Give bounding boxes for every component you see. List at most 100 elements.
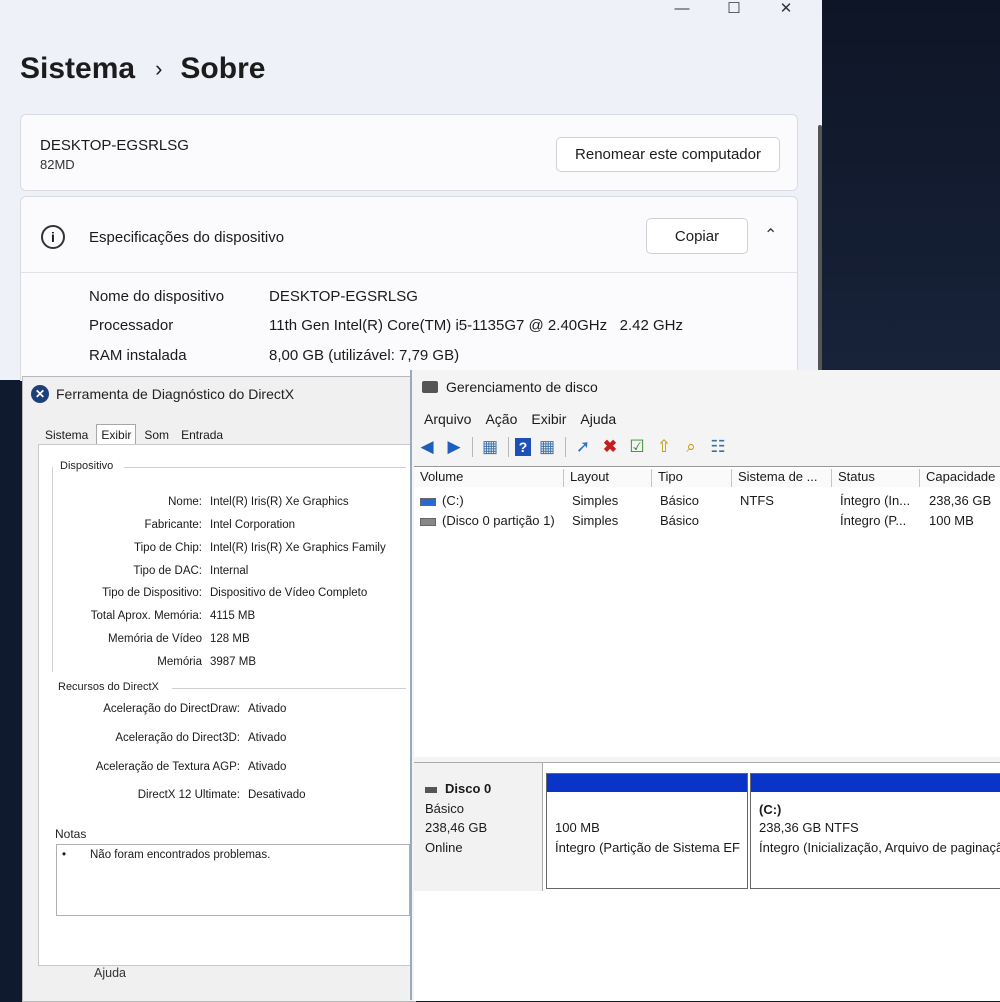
upload-icon[interactable]: ⇧ [653,437,675,457]
delete-icon[interactable]: ✖ [599,437,621,457]
partition-status: Íntegro (Partição de Sistema EFI) [555,840,741,855]
search-icon[interactable]: ⌕ [680,437,702,457]
column-layout[interactable]: Layout [564,469,652,487]
caption-buttons: — ☐ ✕ [656,0,812,17]
rename-computer-button[interactable]: Renomear este computador [556,137,780,172]
device-value: Internal [210,565,249,577]
group-line [172,688,406,689]
device-name: DESKTOP-EGSRLSG [40,137,189,154]
column-sistema[interactable]: Sistema de ... [732,469,832,487]
status-cell: Íntegro (In... [840,493,911,508]
directx-icon: ✕ [31,385,49,403]
disk-info[interactable]: Disco 0 Básico 238,46 GB Online [414,763,543,891]
diskmgmt-titlebar: Gerenciamento de disco [422,379,598,395]
partition-status: Íntegro (Inicialização, Arquivo de pagin… [759,840,1000,855]
device-card: DESKTOP-EGSRLSG 82MD Renomear este compu… [20,114,798,191]
device-value: 128 MB [210,633,250,645]
device-label: Memória [157,656,202,668]
maximize-button[interactable]: ☐ [708,0,760,17]
device-value: Dispositivo de Vídeo Completo [210,587,368,599]
breadcrumb: Sistema › Sobre [20,52,265,86]
spec-value: 8,00 GB (utilizável: 7,79 GB) [269,347,460,364]
feature-value: Ativado [248,761,287,773]
device-label: Tipo de DAC: [133,565,202,577]
feature-label: Aceleração do Direct3D: [115,732,240,744]
divider [21,272,797,273]
dxdiag-titlebar: ✕ Ferramenta de Diagnóstico do DirectX [31,385,294,403]
group-recursos-label: Recursos do DirectX [58,681,159,693]
device-model: 82MD [40,157,75,172]
minimize-button[interactable]: — [656,0,708,17]
breadcrumb-parent[interactable]: Sistema [20,52,135,86]
device-label: Tipo de Chip: [134,542,202,554]
spec-row: Processador 11th Gen Intel(R) Core(TM) i… [89,317,683,334]
spec-label: Processador [89,317,174,334]
device-value: Intel Corporation [210,519,296,531]
chevron-up-icon[interactable]: ⌃ [764,225,777,245]
forward-arrow-icon[interactable]: ▶ [443,437,465,457]
device-value: Intel(R) Iris(R) Xe Graphics [210,496,349,508]
tab-entrada[interactable]: Entrada [177,426,227,444]
spec-value: 11th Gen Intel(R) Core(TM) i5-1135G7 @ 2… [269,317,683,334]
device-value: Intel(R) Iris(R) Xe Graphics Family [210,542,386,554]
bullet-icon: • [62,849,67,861]
tab-exibir[interactable]: Exibir [96,424,137,444]
column-tipo[interactable]: Tipo [652,469,732,487]
properties-icon[interactable]: ▦ [536,437,558,457]
toolbar-separator [508,437,509,457]
device-row: Tipo de Dispositivo: Dispositivo de Vídeo… [52,587,367,599]
back-arrow-icon[interactable]: ◀ [416,437,438,457]
spec-row: RAM instalada 8,00 GB (utilizável: 7,79 … [89,347,459,364]
help-button[interactable]: Ajuda [58,960,162,986]
toolbar: ◀ ▶ ▦ ? ▦ ➚ ✖ ☑ ⇧ ⌕ ☷ [416,434,734,460]
column-status[interactable]: Status [832,469,920,487]
menu-ajuda[interactable]: Ajuda [580,411,616,427]
disk-name: Disco 0 [425,781,491,796]
console-tree-icon[interactable]: ▦ [479,437,501,457]
connect-icon[interactable]: ➚ [572,437,594,457]
menu-acao[interactable]: Ação [485,411,517,427]
device-label: Memória de Vídeo [108,633,202,645]
column-volume[interactable]: Volume [414,469,564,487]
device-value: 4115 MB [210,610,256,622]
device-label: Fabricante: [144,519,202,531]
tipo-cell: Básico [660,493,700,508]
partition-c[interactable]: (C:) 238,36 GB NTFS Íntegro (Inicializaç… [750,773,1000,889]
volume-name: (Disco 0 partição 1) [442,513,555,528]
partition-size: 100 MB [555,820,600,835]
notes-box[interactable]: • Não foram encontrados problemas. [56,844,410,916]
toolbar-separator [565,437,566,457]
diskmgmt-title: Gerenciamento de disco [446,379,598,395]
layout-cell: Simples [572,513,619,528]
specs-title: Especificações do dispositivo [89,229,285,246]
close-button[interactable]: ✕ [760,0,812,17]
notes-item: • Não foram encontrados problemas. [62,849,270,861]
volume-cell: (Disco 0 partição 1) [420,513,555,528]
drive-icon [420,497,436,506]
disk-type: Básico [425,801,465,816]
info-icon: i [41,225,65,249]
device-row: Memória 3987 MB [52,656,256,668]
column-capacidade[interactable]: Capacidade [920,469,1000,487]
device-row: Total Aprox. Memória: 4115 MB [52,610,255,622]
dxdiag-tabs: Sistema Exibir Som Entrada [41,424,231,444]
device-label: Total Aprox. Memória: [90,610,202,622]
feature-label: Aceleração do DirectDraw: [103,703,240,715]
tab-sistema[interactable]: Sistema [41,426,92,444]
settings-panel-icon[interactable]: ☷ [707,437,729,457]
capacidade-cell: 238,36 GB [929,493,992,508]
feature-row: DirectX 12 Ultimate: Desativado [42,789,306,801]
feature-value: Desativado [248,789,306,801]
help-icon[interactable]: ? [515,438,531,456]
notes-label: Notas [55,827,87,841]
tab-som[interactable]: Som [140,426,173,444]
copy-button[interactable]: Copiar [646,218,748,254]
disk-name-text: Disco 0 [445,781,492,796]
partition-label: (C:) [759,802,782,817]
check-icon[interactable]: ☑ [626,437,648,457]
menu-arquivo[interactable]: Arquivo [424,411,471,427]
menu-exibir[interactable]: Exibir [531,411,566,427]
partition-efi[interactable]: 100 MB Íntegro (Partição de Sistema EFI) [546,773,748,889]
toolbar-separator [472,437,473,457]
volume-name: (C:) [442,493,464,508]
